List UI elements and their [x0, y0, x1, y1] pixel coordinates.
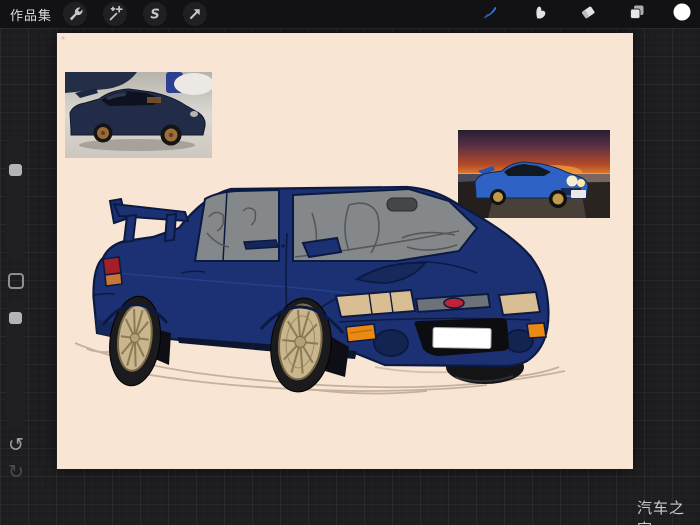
- brush-size-slider[interactable]: [6, 136, 25, 258]
- brush-icon: [478, 0, 502, 29]
- smudge-tool-button[interactable]: [528, 2, 552, 26]
- layers-icon: [625, 0, 649, 29]
- layers-button[interactable]: [625, 2, 649, 26]
- fog-recess-left: [373, 329, 409, 357]
- erase-tool-button[interactable]: [576, 2, 600, 26]
- door-handle: [243, 239, 279, 250]
- gallery-button[interactable]: 作品集: [10, 5, 52, 24]
- drawing-canvas[interactable]: [57, 33, 633, 469]
- taillight: [102, 256, 123, 287]
- license-plate: [432, 327, 492, 349]
- smudge-finger-icon: [528, 0, 552, 29]
- svg-text:S: S: [150, 8, 159, 23]
- autohome-watermark: 汽车之家: [637, 500, 686, 525]
- brush-size-handle[interactable]: [9, 164, 22, 176]
- undo-button[interactable]: ↺: [3, 432, 29, 458]
- subaru-badge: [443, 297, 465, 309]
- selection-button[interactable]: S: [143, 2, 167, 26]
- color-circle: [670, 0, 694, 29]
- eraser-icon: [576, 0, 600, 29]
- actions-button[interactable]: [63, 2, 87, 26]
- rearview-mirror: [386, 197, 418, 212]
- redo-button[interactable]: ↻: [3, 459, 29, 485]
- top-toolbar: 作品集 S: [0, 0, 700, 28]
- wrench-icon: [63, 2, 87, 26]
- paint-tool-button[interactable]: [478, 2, 502, 26]
- opacity-slider[interactable]: [6, 300, 25, 428]
- car-drawing: [61, 36, 566, 395]
- modify-button[interactable]: [8, 273, 24, 289]
- stray-pencil-mark: [61, 36, 65, 40]
- transform-button[interactable]: [183, 2, 207, 26]
- color-swatch-button[interactable]: [670, 2, 694, 26]
- selection-s-icon: S: [143, 2, 167, 26]
- opacity-handle[interactable]: [9, 312, 22, 324]
- side-windows: [193, 188, 280, 262]
- adjustments-button[interactable]: [103, 2, 127, 26]
- magic-wand-icon: [103, 2, 127, 26]
- cursor-arrow-icon: [183, 2, 207, 26]
